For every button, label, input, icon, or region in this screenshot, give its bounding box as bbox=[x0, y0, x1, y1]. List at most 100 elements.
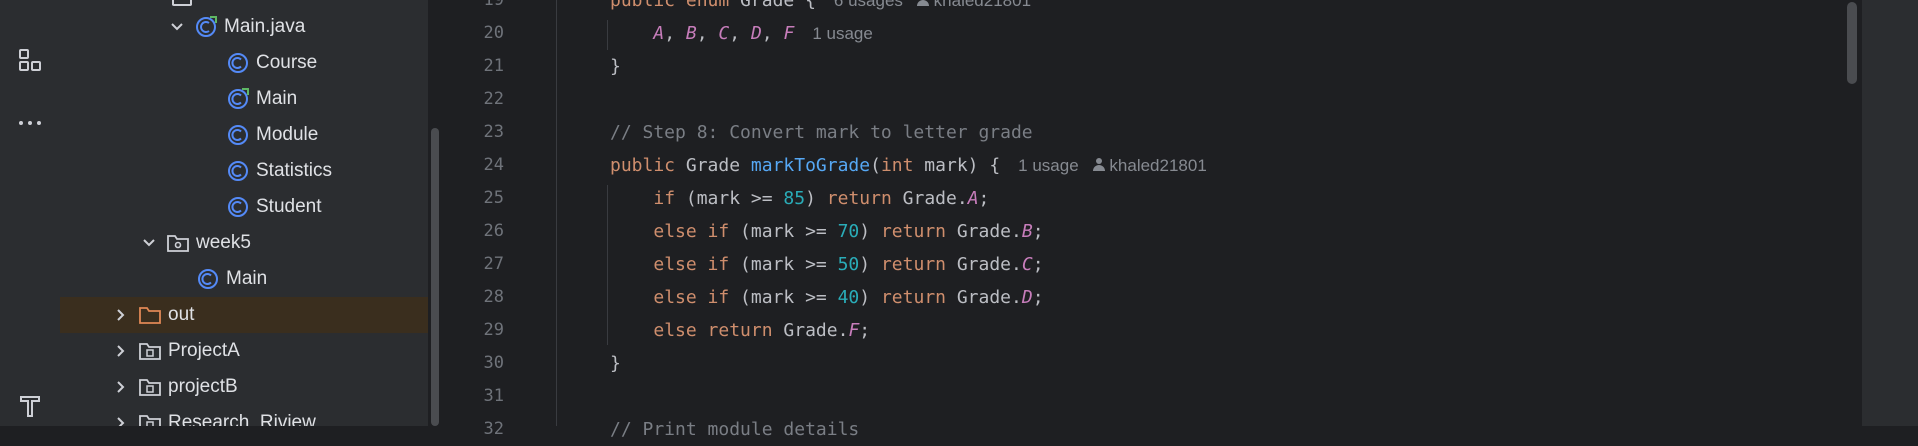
code-line-27: else if (mark >= 50) return Grade.C; bbox=[653, 254, 1044, 275]
class-icon bbox=[226, 195, 250, 219]
chevron-right-icon[interactable] bbox=[112, 378, 130, 396]
right-tool-strip bbox=[1862, 0, 1918, 426]
code-line-28: else if (mark >= 40) return Grade.D; bbox=[653, 287, 1044, 308]
tree-item-label: Statistics bbox=[256, 160, 333, 181]
tree-item-main-java[interactable]: Main.java bbox=[60, 9, 428, 45]
code-token: return bbox=[880, 221, 946, 242]
code-token: public enum bbox=[610, 0, 730, 11]
more-icon[interactable] bbox=[15, 108, 45, 138]
code-line-23: // Step 8: Convert mark to letter grade bbox=[610, 116, 1033, 149]
tree-item-statistics[interactable]: Statistics bbox=[60, 153, 428, 189]
line-number: 19 bbox=[483, 0, 504, 10]
build-icon[interactable] bbox=[15, 390, 45, 420]
package-folder-icon bbox=[166, 231, 190, 255]
tree-item-course[interactable]: Course bbox=[60, 45, 428, 81]
number-literal: 70 bbox=[837, 221, 860, 242]
tree-item-label: Student bbox=[256, 196, 322, 217]
line-number: 27 bbox=[483, 254, 504, 274]
code-line-19: public enum Grade { 6 usages khaled21801 bbox=[610, 0, 1031, 17]
tree-item-projectb[interactable]: projectB bbox=[60, 369, 428, 405]
line-number: 30 bbox=[483, 353, 504, 373]
number-literal: 50 bbox=[837, 254, 860, 275]
project-tree: Main.java Course Main Module Statistics … bbox=[60, 0, 428, 426]
code-token: return bbox=[880, 254, 946, 275]
line-number: 26 bbox=[483, 221, 504, 241]
code-line-20: A, B, C, D, F1 usage bbox=[653, 23, 873, 44]
code-token: ) bbox=[859, 221, 881, 242]
tool-window-strip bbox=[0, 0, 61, 426]
usage-hint[interactable]: 6 usages khaled21801 bbox=[834, 0, 1031, 10]
editor-scrollbar[interactable] bbox=[1847, 2, 1857, 84]
code-token: (mark >= bbox=[729, 287, 838, 308]
usage-hint[interactable]: 1 usage khaled21801 bbox=[1018, 156, 1207, 175]
code-token: (mark >= bbox=[675, 188, 784, 209]
tree-item-out[interactable]: out bbox=[60, 297, 428, 333]
line-number: 21 bbox=[483, 56, 504, 76]
line-number: 20 bbox=[483, 23, 504, 43]
code-token: else if bbox=[653, 287, 730, 308]
code-token: else if bbox=[653, 221, 730, 242]
code-line-25: if (mark >= 85) return Grade.A; bbox=[653, 188, 990, 209]
tree-item-label: Course bbox=[256, 52, 318, 73]
tree-item-week5[interactable]: week5 bbox=[60, 225, 428, 261]
code-token: ( bbox=[870, 155, 881, 176]
code-line-30: } bbox=[610, 353, 621, 374]
usage-hint[interactable]: 1 usage bbox=[812, 24, 873, 43]
class-icon bbox=[196, 267, 220, 291]
enum-constant: A bbox=[653, 23, 665, 44]
line-number: 23 bbox=[483, 122, 504, 142]
class-icon bbox=[226, 123, 250, 147]
chevron-right-icon[interactable] bbox=[112, 342, 130, 360]
enum-constant: D bbox=[1021, 287, 1033, 308]
code-token: return bbox=[880, 287, 946, 308]
code-token: Grade. bbox=[772, 320, 849, 341]
line-number: 22 bbox=[483, 89, 504, 109]
code-token: int bbox=[880, 155, 914, 176]
tree-item-week5-main[interactable]: Main bbox=[60, 261, 428, 297]
tree-item-label: out bbox=[168, 304, 195, 325]
enum-constant: C bbox=[1021, 254, 1033, 275]
code-token: public bbox=[610, 155, 676, 176]
person-icon bbox=[916, 0, 929, 17]
java-main-class-icon bbox=[194, 15, 218, 39]
tree-scrollbar[interactable] bbox=[431, 128, 439, 426]
tree-item-label: Main.java bbox=[224, 16, 306, 37]
line-number: 31 bbox=[483, 386, 504, 406]
tree-item-module[interactable]: Module bbox=[60, 117, 428, 153]
chevron-down-icon[interactable] bbox=[168, 18, 186, 36]
code-token: (mark >= bbox=[729, 254, 838, 275]
java-main-class-icon bbox=[226, 87, 250, 111]
code-token: if bbox=[653, 188, 676, 209]
code-token: Grade { bbox=[729, 0, 816, 11]
code-line-26: else if (mark >= 70) return Grade.B; bbox=[653, 221, 1044, 242]
code-token: ) bbox=[805, 188, 827, 209]
tree-item-main[interactable]: Main bbox=[60, 81, 428, 117]
line-number: 25 bbox=[483, 188, 504, 208]
tree-item-student[interactable]: Student bbox=[60, 189, 428, 225]
module-folder-icon bbox=[138, 411, 162, 426]
indent-guide bbox=[607, 20, 608, 50]
tree-item-projecta[interactable]: ProjectA bbox=[60, 333, 428, 369]
tree-item-label: Module bbox=[256, 124, 319, 145]
class-icon bbox=[226, 159, 250, 183]
code-line-24: public Grade markToGrade(int mark) {1 us… bbox=[610, 149, 1207, 182]
class-icon bbox=[226, 51, 250, 75]
chevron-right-icon[interactable] bbox=[112, 306, 130, 324]
tree-item-label: ProjectA bbox=[168, 340, 240, 361]
partial-folder-icon bbox=[172, 0, 192, 6]
code-token: Grade. bbox=[891, 188, 968, 209]
structure-icon[interactable] bbox=[15, 45, 45, 75]
method-name: markToGrade bbox=[750, 155, 871, 176]
tree-item-research-riview[interactable]: Research_Riview bbox=[60, 405, 428, 426]
tree-item-label: Main bbox=[256, 88, 298, 109]
code-token: Grade. bbox=[946, 287, 1022, 308]
code-line-21: } bbox=[610, 56, 621, 77]
line-number: 32 bbox=[483, 419, 504, 439]
enum-constant: D bbox=[750, 23, 762, 44]
code-line-32: // Print module details bbox=[610, 413, 859, 446]
chevron-right-icon[interactable] bbox=[112, 414, 130, 426]
tree-item-label: Research_Riview bbox=[168, 412, 316, 426]
code-token: return bbox=[826, 188, 892, 209]
code-token: else if bbox=[653, 254, 730, 275]
chevron-down-icon[interactable] bbox=[140, 234, 158, 252]
